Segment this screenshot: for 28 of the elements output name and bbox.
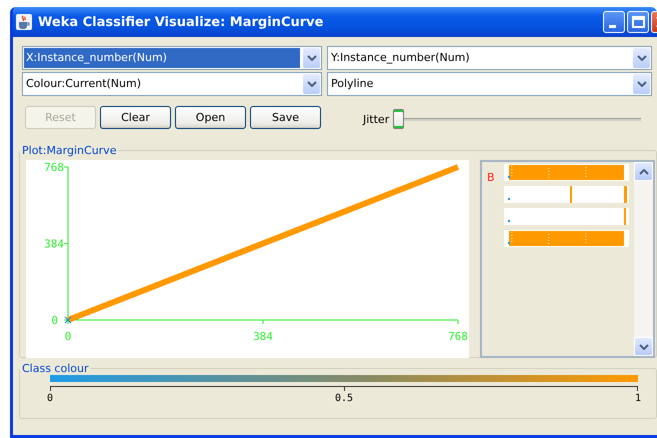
tick-label: 768 — [448, 330, 468, 343]
tick-label: 384 — [253, 330, 273, 343]
jitter-slider[interactable] — [393, 109, 642, 129]
window-title: Weka Classifier Visualize: MarginCurve — [38, 14, 324, 30]
tick-label: 1 — [634, 393, 642, 404]
panel-title: Class colour — [21, 362, 90, 375]
open-button[interactable]: Open — [175, 106, 246, 128]
class-label: B — [487, 170, 496, 186]
dropdown[interactable]: Polyline — [327, 72, 652, 96]
clear-button[interactable]: Clear — [100, 106, 171, 128]
dropdown[interactable]: X:Instance_number(Num) — [22, 46, 322, 70]
dropdown[interactable]: Y:Instance_number(Num) — [327, 46, 652, 70]
tick-label: 0 — [46, 393, 54, 404]
save-button[interactable]: Save — [250, 106, 321, 128]
dropdown[interactable]: Colour:Current(Num) — [22, 72, 322, 96]
tick-label: 0.5 — [334, 393, 354, 404]
jitter-label: Jitter — [363, 112, 390, 126]
scroll-bar[interactable] — [634, 162, 653, 356]
tick-label: 384 — [44, 238, 64, 250]
cup-icon — [16, 14, 32, 30]
tick-label: 768 — [44, 161, 64, 174]
tick-label: 0 — [51, 314, 58, 327]
scroll-up-icon[interactable] — [634, 162, 653, 181]
tick-label: 0 — [64, 330, 72, 343]
slider-thumb[interactable] — [393, 109, 404, 129]
panel-title: Plot:MarginCurve — [21, 144, 118, 157]
scroll-down-icon[interactable] — [634, 337, 653, 356]
point-marker — [64, 316, 72, 324]
